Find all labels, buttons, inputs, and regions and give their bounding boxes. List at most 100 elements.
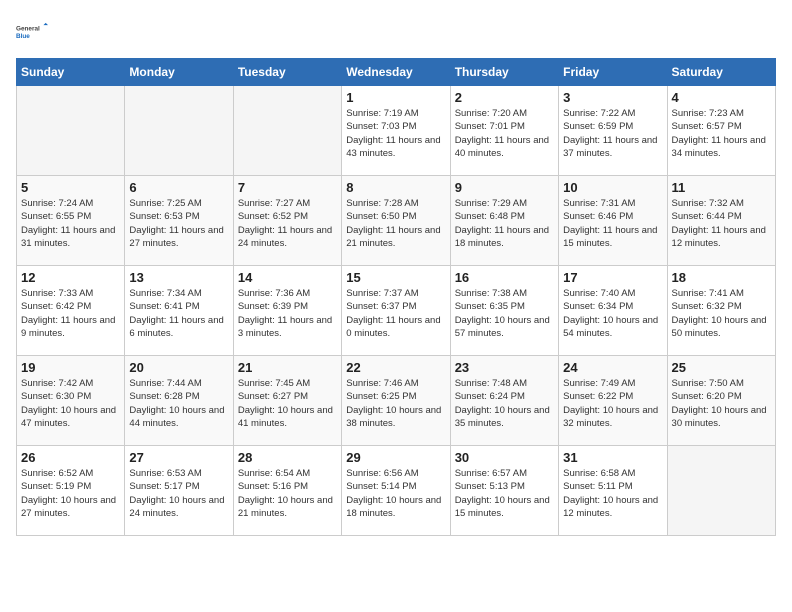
calendar-cell [125, 86, 233, 176]
day-info: Sunrise: 7:29 AMSunset: 6:48 PMDaylight:… [455, 197, 554, 250]
day-info: Sunrise: 6:56 AMSunset: 5:14 PMDaylight:… [346, 467, 445, 520]
calendar-cell: 31 Sunrise: 6:58 AMSunset: 5:11 PMDayligh… [559, 446, 667, 536]
day-number: 25 [672, 360, 771, 375]
day-info: Sunrise: 7:46 AMSunset: 6:25 PMDaylight:… [346, 377, 445, 430]
calendar-cell [17, 86, 125, 176]
day-number: 16 [455, 270, 554, 285]
day-number: 13 [129, 270, 228, 285]
calendar-cell: 4 Sunrise: 7:23 AMSunset: 6:57 PMDaylight… [667, 86, 775, 176]
calendar-table: SundayMondayTuesdayWednesdayThursdayFrid… [16, 58, 776, 536]
calendar-cell [233, 86, 341, 176]
day-number: 18 [672, 270, 771, 285]
day-number: 23 [455, 360, 554, 375]
calendar-cell: 14Sunrise: 7:36 AMSunset: 6:39 PMDayligh… [233, 266, 341, 356]
day-info: Sunrise: 7:44 AMSunset: 6:28 PMDaylight:… [129, 377, 228, 430]
calendar-cell: 5 Sunrise: 7:24 AMSunset: 6:55 PMDaylight… [17, 176, 125, 266]
day-number: 15 [346, 270, 445, 285]
logo-icon: GeneralBlue [16, 16, 48, 48]
day-info: Sunrise: 7:27 AMSunset: 6:52 PMDaylight:… [238, 197, 337, 250]
week-row-2: 5 Sunrise: 7:24 AMSunset: 6:55 PMDaylight… [17, 176, 776, 266]
day-info: Sunrise: 7:45 AMSunset: 6:27 PMDaylight:… [238, 377, 337, 430]
calendar-cell: 29 Sunrise: 6:56 AMSunset: 5:14 PMDayligh… [342, 446, 450, 536]
calendar-cell: 18 Sunrise: 7:41 AMSunset: 6:32 PMDayligh… [667, 266, 775, 356]
page-header: GeneralBlue [16, 16, 776, 48]
day-info: Sunrise: 7:41 AMSunset: 6:32 PMDaylight:… [672, 287, 771, 340]
calendar-cell: 21Sunrise: 7:45 AMSunset: 6:27 PMDayligh… [233, 356, 341, 446]
day-number: 4 [672, 90, 771, 105]
day-number: 24 [563, 360, 662, 375]
calendar-cell: 30Sunrise: 6:57 AMSunset: 5:13 PMDayligh… [450, 446, 558, 536]
day-info: Sunrise: 7:48 AMSunset: 6:24 PMDaylight:… [455, 377, 554, 430]
calendar-cell: 28Sunrise: 6:54 AMSunset: 5:16 PMDayligh… [233, 446, 341, 536]
calendar-cell: 1 Sunrise: 7:19 AMSunset: 7:03 PMDaylight… [342, 86, 450, 176]
day-number: 2 [455, 90, 554, 105]
day-info: Sunrise: 6:58 AMSunset: 5:11 PMDaylight:… [563, 467, 662, 520]
day-info: Sunrise: 7:38 AMSunset: 6:35 PMDaylight:… [455, 287, 554, 340]
week-row-4: 19 Sunrise: 7:42 AMSunset: 6:30 PMDayligh… [17, 356, 776, 446]
weekday-header-saturday: Saturday [667, 59, 775, 86]
day-number: 7 [238, 180, 337, 195]
calendar-cell: 3Sunrise: 7:22 AMSunset: 6:59 PMDaylight… [559, 86, 667, 176]
day-info: Sunrise: 7:24 AMSunset: 6:55 PMDaylight:… [21, 197, 120, 250]
day-info: Sunrise: 7:49 AMSunset: 6:22 PMDaylight:… [563, 377, 662, 430]
svg-text:Blue: Blue [16, 33, 30, 40]
weekday-header-sunday: Sunday [17, 59, 125, 86]
calendar-cell: 26 Sunrise: 6:52 AMSunset: 5:19 PMDayligh… [17, 446, 125, 536]
weekday-header-row: SundayMondayTuesdayWednesdayThursdayFrid… [17, 59, 776, 86]
day-number: 5 [21, 180, 120, 195]
calendar-cell: 12Sunrise: 7:33 AMSunset: 6:42 PMDayligh… [17, 266, 125, 356]
day-number: 17 [563, 270, 662, 285]
day-info: Sunrise: 7:37 AMSunset: 6:37 PMDaylight:… [346, 287, 445, 340]
day-info: Sunrise: 7:25 AMSunset: 6:53 PMDaylight:… [129, 197, 228, 250]
calendar-cell: 23 Sunrise: 7:48 AMSunset: 6:24 PMDayligh… [450, 356, 558, 446]
week-row-1: 1 Sunrise: 7:19 AMSunset: 7:03 PMDaylight… [17, 86, 776, 176]
calendar-cell: 9 Sunrise: 7:29 AMSunset: 6:48 PMDaylight… [450, 176, 558, 266]
day-info: Sunrise: 7:32 AMSunset: 6:44 PMDaylight:… [672, 197, 771, 250]
day-info: Sunrise: 6:57 AMSunset: 5:13 PMDaylight:… [455, 467, 554, 520]
calendar-cell: 16 Sunrise: 7:38 AMSunset: 6:35 PMDayligh… [450, 266, 558, 356]
calendar-cell: 13 Sunrise: 7:34 AMSunset: 6:41 PMDayligh… [125, 266, 233, 356]
day-number: 26 [21, 450, 120, 465]
weekday-header-tuesday: Tuesday [233, 59, 341, 86]
day-number: 6 [129, 180, 228, 195]
day-info: Sunrise: 7:34 AMSunset: 6:41 PMDaylight:… [129, 287, 228, 340]
day-number: 9 [455, 180, 554, 195]
calendar-cell: 20Sunrise: 7:44 AMSunset: 6:28 PMDayligh… [125, 356, 233, 446]
day-number: 19 [21, 360, 120, 375]
day-number: 22 [346, 360, 445, 375]
logo: GeneralBlue [16, 16, 48, 48]
day-info: Sunrise: 7:42 AMSunset: 6:30 PMDaylight:… [21, 377, 120, 430]
day-number: 28 [238, 450, 337, 465]
calendar-cell [667, 446, 775, 536]
calendar-cell: 15 Sunrise: 7:37 AMSunset: 6:37 PMDayligh… [342, 266, 450, 356]
day-number: 27 [129, 450, 228, 465]
day-number: 29 [346, 450, 445, 465]
calendar-cell: 22 Sunrise: 7:46 AMSunset: 6:25 PMDayligh… [342, 356, 450, 446]
day-number: 11 [672, 180, 771, 195]
calendar-cell: 10 Sunrise: 7:31 AMSunset: 6:46 PMDayligh… [559, 176, 667, 266]
calendar-cell: 8 Sunrise: 7:28 AMSunset: 6:50 PMDaylight… [342, 176, 450, 266]
day-number: 10 [563, 180, 662, 195]
day-info: Sunrise: 7:50 AMSunset: 6:20 PMDaylight:… [672, 377, 771, 430]
week-row-3: 12Sunrise: 7:33 AMSunset: 6:42 PMDayligh… [17, 266, 776, 356]
day-info: Sunrise: 6:52 AMSunset: 5:19 PMDaylight:… [21, 467, 120, 520]
day-number: 8 [346, 180, 445, 195]
calendar-cell: 11 Sunrise: 7:32 AMSunset: 6:44 PMDayligh… [667, 176, 775, 266]
day-info: Sunrise: 7:22 AMSunset: 6:59 PMDaylight:… [563, 107, 662, 160]
day-number: 14 [238, 270, 337, 285]
day-info: Sunrise: 7:31 AMSunset: 6:46 PMDaylight:… [563, 197, 662, 250]
day-info: Sunrise: 7:19 AMSunset: 7:03 PMDaylight:… [346, 107, 445, 160]
day-number: 31 [563, 450, 662, 465]
week-row-5: 26 Sunrise: 6:52 AMSunset: 5:19 PMDayligh… [17, 446, 776, 536]
calendar-cell: 27 Sunrise: 6:53 AMSunset: 5:17 PMDayligh… [125, 446, 233, 536]
weekday-header-thursday: Thursday [450, 59, 558, 86]
svg-text:General: General [16, 26, 40, 33]
weekday-header-wednesday: Wednesday [342, 59, 450, 86]
calendar-cell: 25 Sunrise: 7:50 AMSunset: 6:20 PMDayligh… [667, 356, 775, 446]
day-info: Sunrise: 7:33 AMSunset: 6:42 PMDaylight:… [21, 287, 120, 340]
day-number: 1 [346, 90, 445, 105]
calendar-cell: 6 Sunrise: 7:25 AMSunset: 6:53 PMDaylight… [125, 176, 233, 266]
day-info: Sunrise: 7:23 AMSunset: 6:57 PMDaylight:… [672, 107, 771, 160]
day-info: Sunrise: 7:28 AMSunset: 6:50 PMDaylight:… [346, 197, 445, 250]
day-info: Sunrise: 6:53 AMSunset: 5:17 PMDaylight:… [129, 467, 228, 520]
